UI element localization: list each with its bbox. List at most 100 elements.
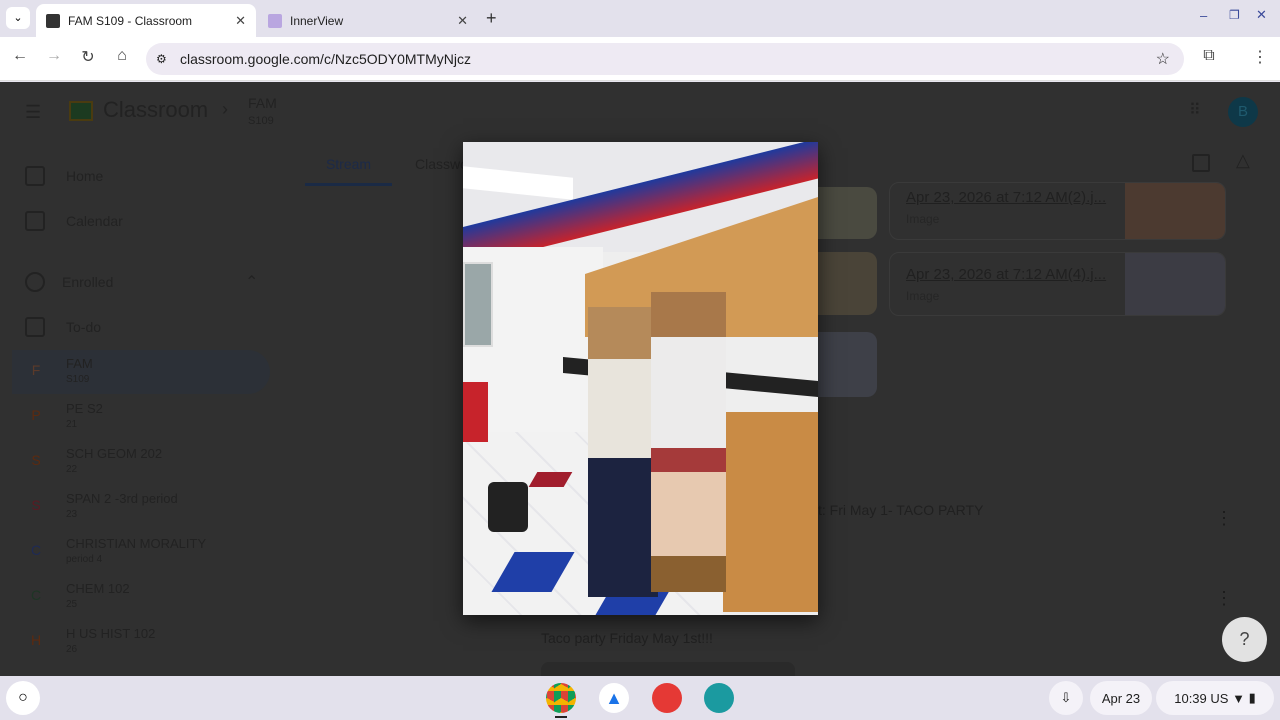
attachment-preview xyxy=(1125,183,1225,239)
attachment-card[interactable]: Apr 23, 2026 at 7:12 AM(2).j... Image xyxy=(889,182,1226,240)
help-button[interactable]: ? xyxy=(1222,617,1267,662)
menu-icon[interactable]: ⋮ xyxy=(1248,47,1272,67)
forward-icon[interactable]: → xyxy=(42,47,66,65)
tab-title: InnerView xyxy=(290,13,344,28)
reload-icon[interactable]: ↻ xyxy=(76,47,100,67)
sidebar-label: Calendar xyxy=(66,213,123,229)
sidebar-item-enrolled[interactable]: Enrolled ⌃ xyxy=(0,260,270,304)
course-name: H US HIST 102 xyxy=(66,626,156,641)
person-left xyxy=(588,307,658,597)
course-title: FAM xyxy=(248,95,277,111)
attachment-card[interactable]: Apr 23, 2026 at 7:12 AM(4).j... Image xyxy=(889,252,1226,316)
restore-button[interactable]: ❐ xyxy=(1229,8,1240,22)
attachment-preview xyxy=(1125,253,1225,315)
battery-icon: ▮ xyxy=(1248,690,1256,705)
classroom-favicon xyxy=(46,13,60,28)
chevron-up-icon[interactable]: ⌃ xyxy=(245,272,258,292)
tab-search-button[interactable]: ⌄ xyxy=(6,7,30,29)
tab-stream[interactable]: Stream xyxy=(305,146,392,186)
course-name: FAM xyxy=(66,356,93,371)
sidebar-label: To-do xyxy=(66,319,102,335)
close-tab-icon[interactable]: ✕ xyxy=(235,13,246,29)
course-avatar: H xyxy=(30,632,42,648)
course-name: SCH GEOM 202 xyxy=(66,446,163,461)
course-section: period 4 xyxy=(66,554,103,565)
sidebar-label: Home xyxy=(66,168,104,184)
app-title[interactable]: Classroom xyxy=(103,97,208,123)
drive-icon[interactable]: △ xyxy=(1236,150,1250,171)
attachment-thumb[interactable] xyxy=(812,187,877,239)
bookmark-star-icon[interactable]: ☆ xyxy=(1156,49,1170,69)
calendar-icon[interactable] xyxy=(1192,154,1210,172)
close-tab-icon[interactable]: ✕ xyxy=(457,13,468,29)
sidebar-label: Enrolled xyxy=(62,274,114,290)
home-icon xyxy=(25,166,45,186)
canvas-app-icon[interactable] xyxy=(652,683,682,713)
post-title[interactable]: t: Fri May 1- TACO PARTY xyxy=(818,502,983,518)
sidebar-course-item[interactable]: H H US HIST 102 26 xyxy=(0,620,270,665)
attachment-type: Image xyxy=(906,289,940,303)
sidebar-item-calendar[interactable]: Calendar xyxy=(0,199,270,243)
course-avatar: F xyxy=(31,362,41,378)
tab-title: FAM S109 - Classroom xyxy=(68,13,193,28)
main-menu-icon[interactable]: ☰ xyxy=(25,102,41,123)
course-section: 22 xyxy=(66,464,78,475)
home-icon[interactable]: ⌂ xyxy=(110,47,134,65)
attachment-type: Image xyxy=(906,212,940,226)
account-avatar[interactable]: B xyxy=(1228,97,1258,127)
calendar-icon xyxy=(25,211,45,231)
url-input[interactable]: ⚙ classroom.google.com/c/Nzc5ODY0MTMyNjc… xyxy=(146,43,1184,75)
browser-tab-classroom[interactable]: FAM S109 - Classroom ✕ xyxy=(36,4,256,37)
bag xyxy=(488,482,528,532)
address-bar-row: ← → ↻ ⌂ ⚙ classroom.google.com/c/Nzc5ODY… xyxy=(0,37,1280,81)
course-section: S109 xyxy=(66,374,90,385)
course-name: CHRISTIAN MORALITY xyxy=(66,536,207,551)
sidebar-course-item[interactable]: P PE S2 21 xyxy=(0,395,270,440)
course-section: 26 xyxy=(66,644,78,655)
comment-box[interactable] xyxy=(541,662,795,676)
back-icon[interactable]: ← xyxy=(8,47,32,65)
apps-grid-icon[interactable]: ⠿ xyxy=(1189,100,1201,120)
site-settings-icon[interactable]: ⚙ xyxy=(156,52,167,66)
extensions-icon[interactable]: ⧉ xyxy=(1197,47,1221,65)
date-text: Apr 23 xyxy=(1101,690,1141,706)
course-avatar: C xyxy=(30,587,42,603)
close-window-button[interactable]: ✕ xyxy=(1256,7,1267,23)
new-tab-button[interactable]: + xyxy=(486,8,497,29)
attachment-thumb[interactable] xyxy=(812,252,877,315)
attachment-title[interactable]: Apr 23, 2026 at 7:12 AM(2).j... xyxy=(906,189,1106,206)
sidebar-course-item[interactable]: F FAM S109 xyxy=(0,350,270,395)
course-section: S109 xyxy=(248,115,274,127)
sidebar-course-item[interactable]: C CHRISTIAN MORALITY period 4 xyxy=(0,530,270,575)
launcher-button[interactable]: ○ xyxy=(6,681,40,715)
course-section: 21 xyxy=(66,419,78,430)
classroom-app-icon[interactable] xyxy=(704,683,734,713)
holding-space-button[interactable]: ⇩ xyxy=(1049,681,1083,715)
browser-tab-innerview[interactable]: InnerView ✕ xyxy=(258,4,478,37)
course-avatar: S xyxy=(31,497,41,513)
image-preview xyxy=(463,142,818,615)
sidebar-course-item[interactable]: S SPAN 2 -3rd period 23 xyxy=(0,485,270,530)
wifi-icon: ▼ xyxy=(1232,690,1245,706)
post-more-icon[interactable]: ⋮ xyxy=(1215,588,1233,609)
attachment-thumb[interactable] xyxy=(812,332,877,397)
drive-app-icon[interactable]: ▲ xyxy=(599,683,629,713)
sidebar-item-todo[interactable]: To-do xyxy=(0,305,270,349)
course-name: PE S2 xyxy=(66,401,103,416)
sidebar-item-home[interactable]: Home xyxy=(0,154,270,198)
sidebar-course-item[interactable]: S SCH GEOM 202 22 xyxy=(0,440,270,485)
attachment-title[interactable]: Apr 23, 2026 at 7:12 AM(4).j... xyxy=(906,266,1106,283)
date-button[interactable]: Apr 23 xyxy=(1090,681,1152,715)
course-section: 23 xyxy=(66,509,78,520)
course-name: SPAN 2 -3rd period xyxy=(66,491,178,506)
chair xyxy=(463,382,488,442)
status-tray[interactable]: 10:39 US ▼ ▮ xyxy=(1156,681,1274,715)
post-more-icon[interactable]: ⋮ xyxy=(1215,508,1233,529)
active-app-indicator xyxy=(555,716,567,718)
sidebar-course-item[interactable]: C CHEM 102 25 xyxy=(0,575,270,620)
minimize-button[interactable]: – xyxy=(1200,8,1207,23)
chrome-app-icon[interactable] xyxy=(546,683,576,713)
todo-icon xyxy=(25,317,45,337)
ime-indicator: US xyxy=(1210,690,1229,706)
person-right xyxy=(651,292,726,592)
